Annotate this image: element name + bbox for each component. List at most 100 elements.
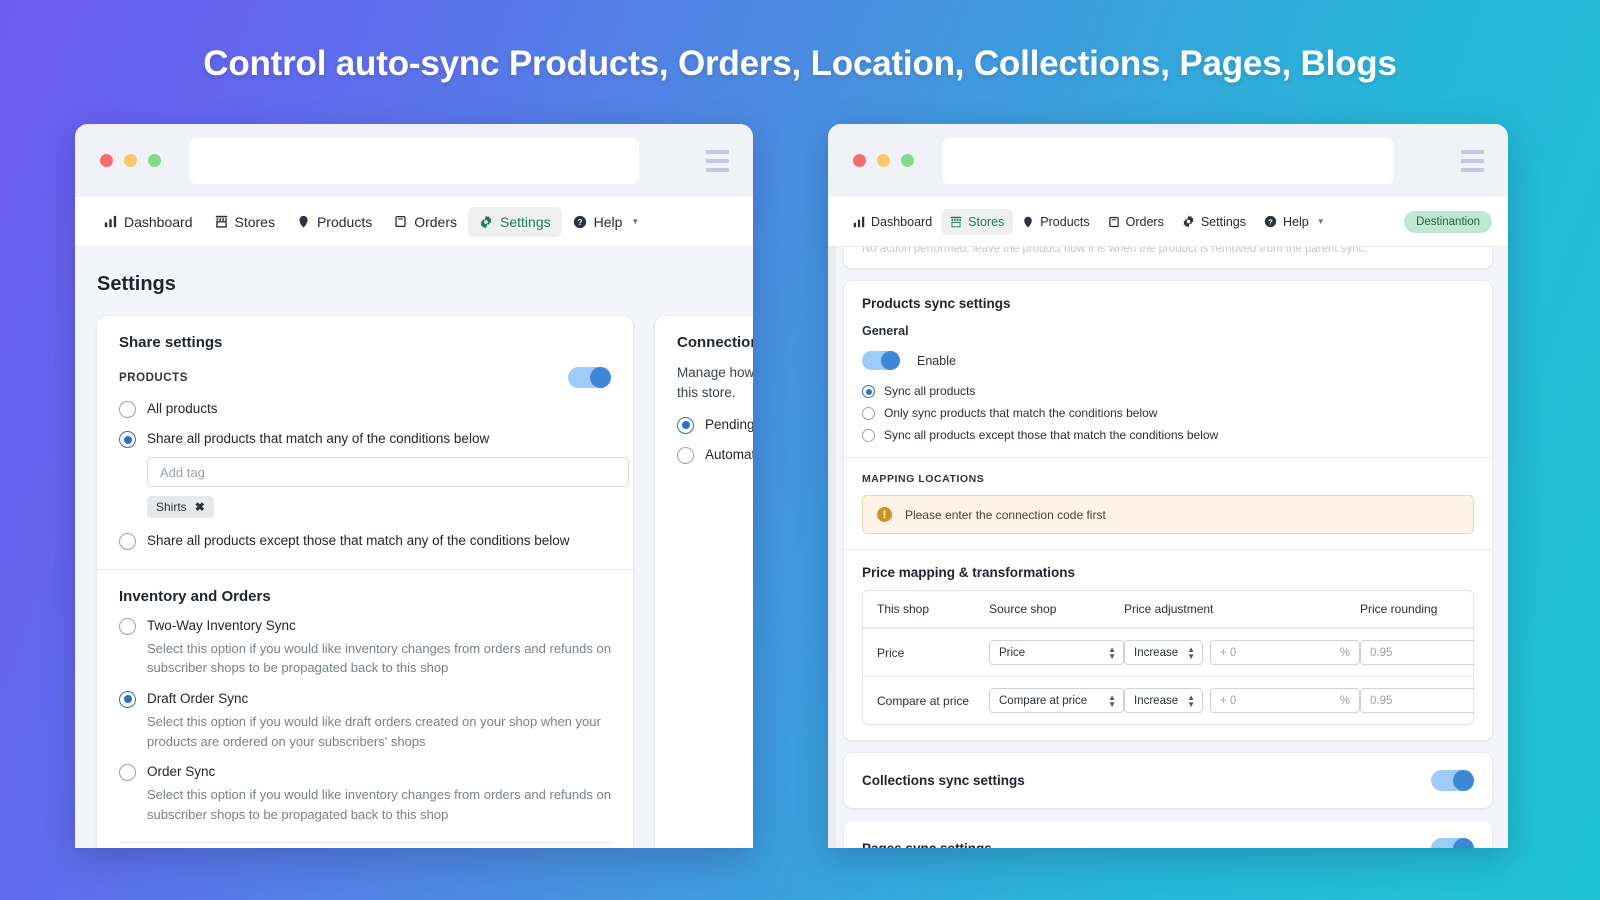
sync-option-only-match[interactable]: Only sync products that match the condit…	[862, 406, 1474, 420]
nav-label: Stores	[234, 213, 275, 230]
connections-option-pending[interactable]: Pending mode	[677, 416, 753, 434]
share-option-match-conditions[interactable]: Share all products that match any of the…	[119, 430, 611, 449]
scrollbar-track[interactable]	[828, 247, 836, 848]
radio-sync-except-matching[interactable]	[862, 429, 875, 442]
option-label: Pending mode	[705, 416, 753, 432]
inventory-orders-title: Inventory and Orders	[119, 587, 271, 605]
products-share-toggle[interactable]	[568, 367, 611, 388]
select-spinner-icon: ▲ ▼	[1187, 692, 1195, 709]
page-title: Settings	[97, 273, 176, 295]
chevron-down-icon: ▼	[631, 217, 640, 226]
remove-tag-icon[interactable]: ✖	[195, 500, 205, 514]
option-label: Share all products except those that mat…	[147, 533, 570, 549]
row-label-compare-at-price: Compare at price	[877, 693, 970, 708]
nav-item-settings[interactable]: Settings	[1173, 209, 1255, 235]
enable-toggle[interactable]	[862, 351, 900, 370]
hamburger-menu-icon[interactable]	[706, 149, 729, 172]
tag-icon	[297, 215, 310, 228]
hamburger-menu-icon[interactable]	[1461, 149, 1484, 172]
radio-sync-all-products[interactable]	[862, 385, 875, 398]
window-controls[interactable]	[100, 154, 161, 167]
input-unit: %	[1339, 646, 1350, 659]
page-headline: Control auto-sync Products, Orders, Loca…	[203, 44, 1397, 83]
column-header-price-rounding: Price rounding	[1360, 602, 1438, 616]
connections-option-auto-accept[interactable]: Automatically accept	[677, 446, 753, 464]
app-navigation-right: Dashboard Stores Products Orders Setting…	[828, 197, 1508, 247]
window-controls[interactable]	[853, 154, 914, 167]
nav-item-settings[interactable]: Settings	[468, 206, 562, 237]
receipt-icon	[394, 215, 407, 228]
option-label: Only sync products that match the condit…	[884, 406, 1158, 420]
inventory-option-two-way[interactable]: Two-Way Inventory Sync	[119, 617, 611, 635]
price-rounding-input-price[interactable]: 0.95	[1360, 640, 1473, 665]
adjust-value-input-price[interactable]: + 0 %	[1210, 640, 1360, 665]
status-badge-destination: Destinantion	[1404, 210, 1492, 233]
pages-sync-toggle[interactable]	[1431, 838, 1474, 848]
source-shop-select-compare[interactable]: Compare at price ▲ ▼	[989, 688, 1124, 713]
price-rounding-input-compare[interactable]: 0.95	[1360, 688, 1473, 713]
radio-automatically-accept[interactable]	[677, 446, 694, 464]
store-icon	[950, 216, 962, 228]
share-option-except-conditions[interactable]: Share all products except those that mat…	[119, 532, 611, 551]
nav-item-orders[interactable]: Orders	[383, 207, 468, 237]
column-header-price-adjustment: Price adjustment	[1124, 602, 1214, 616]
nav-item-products[interactable]: Products	[286, 207, 383, 237]
column-header-this-shop: This shop	[877, 602, 930, 616]
question-circle-icon: ?	[573, 215, 587, 229]
minimize-window-dot[interactable]	[124, 154, 137, 167]
store-icon	[215, 215, 228, 228]
option-label: Sync all products	[884, 384, 976, 398]
enable-toggle-row[interactable]: Enable	[862, 351, 1474, 370]
radio-order-sync[interactable]	[119, 764, 136, 782]
nav-item-products[interactable]: Products	[1013, 209, 1098, 235]
nav-item-dashboard[interactable]: Dashboard	[844, 209, 941, 235]
nav-label: Help	[1283, 214, 1309, 229]
radio-all-products[interactable]	[119, 401, 136, 418]
share-option-all-products[interactable]: All products	[119, 400, 611, 418]
close-window-dot[interactable]	[100, 154, 113, 167]
svg-text:?: ?	[577, 217, 582, 227]
option-help-text: Select this option if you would like inv…	[147, 640, 611, 676]
browser-titlebar	[828, 124, 1508, 197]
adjust-type-select-price[interactable]: Increase ▲ ▼	[1124, 640, 1203, 665]
nav-item-orders[interactable]: Orders	[1099, 209, 1173, 235]
source-shop-select-price[interactable]: Price ▲ ▼	[989, 640, 1124, 665]
nav-item-help[interactable]: ? Help ▼	[1255, 209, 1334, 235]
nav-item-dashboard[interactable]: Dashboard	[93, 207, 204, 237]
maximize-window-dot[interactable]	[148, 154, 161, 167]
input-unit: %	[1339, 694, 1350, 707]
pages-sync-settings-card[interactable]: Pages sync settings	[844, 821, 1492, 848]
address-bar[interactable]	[942, 137, 1394, 184]
collections-sync-settings-card[interactable]: Collections sync settings	[844, 753, 1492, 808]
sync-option-except-match[interactable]: Sync all products except those that matc…	[862, 428, 1474, 442]
radio-two-way-inventory-sync[interactable]	[119, 617, 136, 635]
nav-item-stores[interactable]: Stores	[204, 207, 286, 237]
browser-window-left: Dashboard Stores Products Orders Setting…	[75, 124, 753, 848]
connections-title: Connections	[677, 334, 753, 351]
close-window-dot[interactable]	[853, 154, 866, 167]
sync-option-all[interactable]: Sync all products	[862, 384, 1474, 398]
nav-label: Stores	[968, 214, 1005, 229]
radio-only-sync-matching[interactable]	[862, 407, 875, 420]
radio-pending-mode[interactable]	[677, 416, 694, 434]
nav-item-stores[interactable]: Stores	[941, 208, 1014, 235]
inventory-option-draft-order[interactable]: Draft Order Sync	[119, 690, 611, 708]
adjust-type-select-compare[interactable]: Increase ▲ ▼	[1124, 688, 1203, 713]
page-content-right: No action performed, leave the product h…	[828, 247, 1508, 848]
nav-item-help[interactable]: ? Help ▼	[562, 207, 651, 237]
inventory-option-order-sync[interactable]: Order Sync	[119, 763, 611, 782]
option-label: Automatically accept	[705, 446, 753, 462]
radio-match-conditions[interactable]	[119, 431, 136, 449]
maximize-window-dot[interactable]	[901, 154, 914, 167]
nav-label: Dashboard	[124, 213, 193, 230]
minimize-window-dot[interactable]	[877, 154, 890, 167]
collections-sync-toggle[interactable]	[1431, 770, 1474, 791]
app-navigation-left: Dashboard Stores Products Orders Setting…	[75, 197, 753, 247]
address-bar[interactable]	[189, 137, 639, 184]
add-tag-input[interactable]: Add tag	[147, 457, 629, 488]
radio-draft-order-sync[interactable]	[119, 690, 136, 708]
adjust-value-input-compare[interactable]: + 0 %	[1210, 688, 1360, 713]
products-section-label: PRODUCTS	[119, 371, 188, 384]
tag-chip-shirts[interactable]: Shirts ✖	[147, 496, 214, 519]
radio-except-conditions[interactable]	[119, 533, 136, 551]
